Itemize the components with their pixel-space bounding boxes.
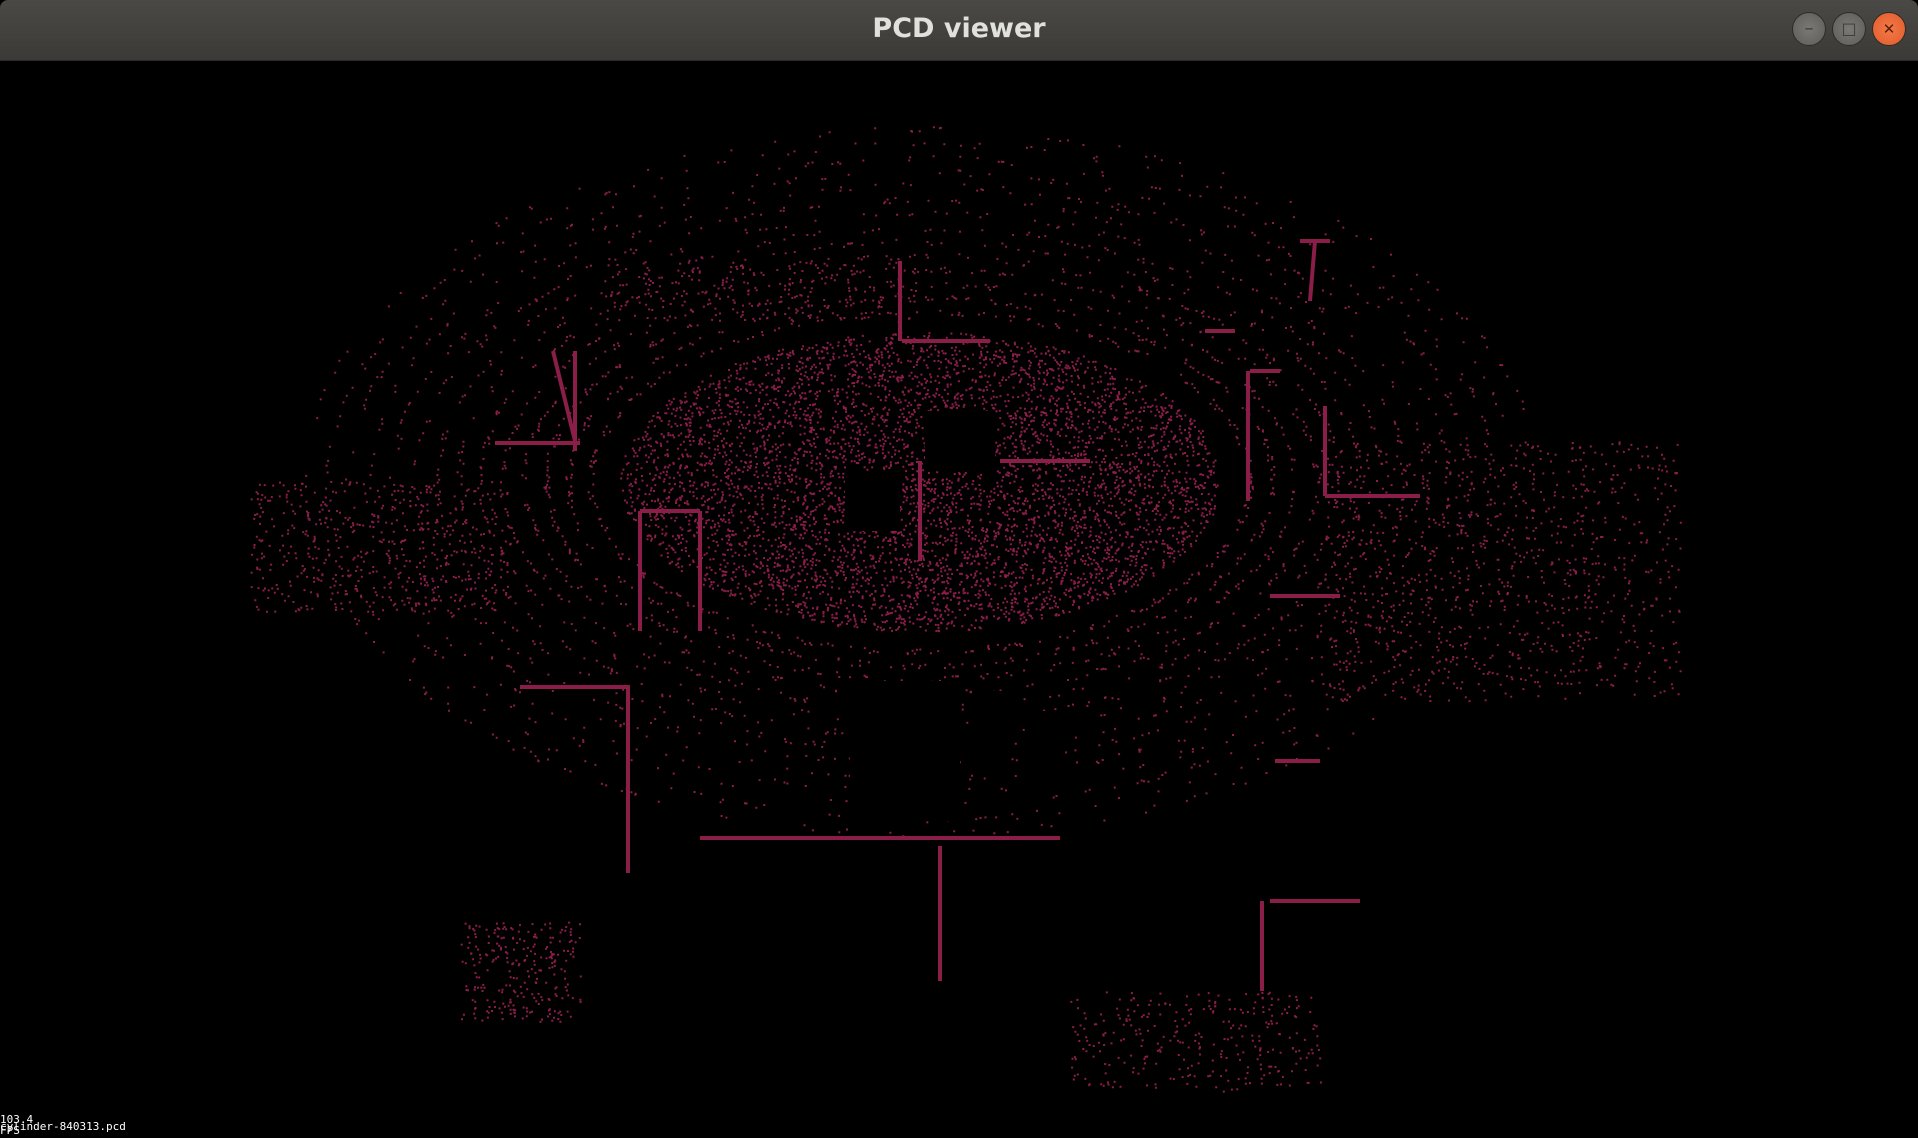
shadow-block (925, 411, 995, 471)
shadow-block (845, 471, 900, 531)
scan-points (250, 126, 1682, 1093)
minimize-button[interactable]: – (1792, 12, 1826, 46)
maximize-button[interactable]: □ (1832, 12, 1866, 46)
close-button[interactable]: ✕ (1872, 12, 1906, 46)
minimize-icon: – (1804, 18, 1814, 39)
pcd-viewer-window: PCD viewer – □ ✕ cylinder-840313.pcd 103… (0, 0, 1918, 1138)
point-cloud-render (250, 126, 1682, 1093)
fps-counter: 103.4 FPS (0, 1113, 34, 1137)
scan-wall-segment (551, 350, 577, 442)
shadow-block (1025, 711, 1065, 791)
point-cloud-viewport[interactable]: cylinder-840313.pcd 103.4 FPS (0, 61, 1918, 1138)
shadow-block (850, 681, 960, 821)
title-bar[interactable]: PCD viewer – □ ✕ (0, 0, 1918, 61)
window-controls: – □ ✕ (1792, 12, 1906, 46)
maximize-icon: □ (1841, 19, 1857, 38)
scan-wall-segment (1308, 240, 1317, 302)
shadow-block (972, 691, 1012, 751)
close-icon: ✕ (1882, 19, 1896, 38)
window-title: PCD viewer (872, 13, 1046, 44)
